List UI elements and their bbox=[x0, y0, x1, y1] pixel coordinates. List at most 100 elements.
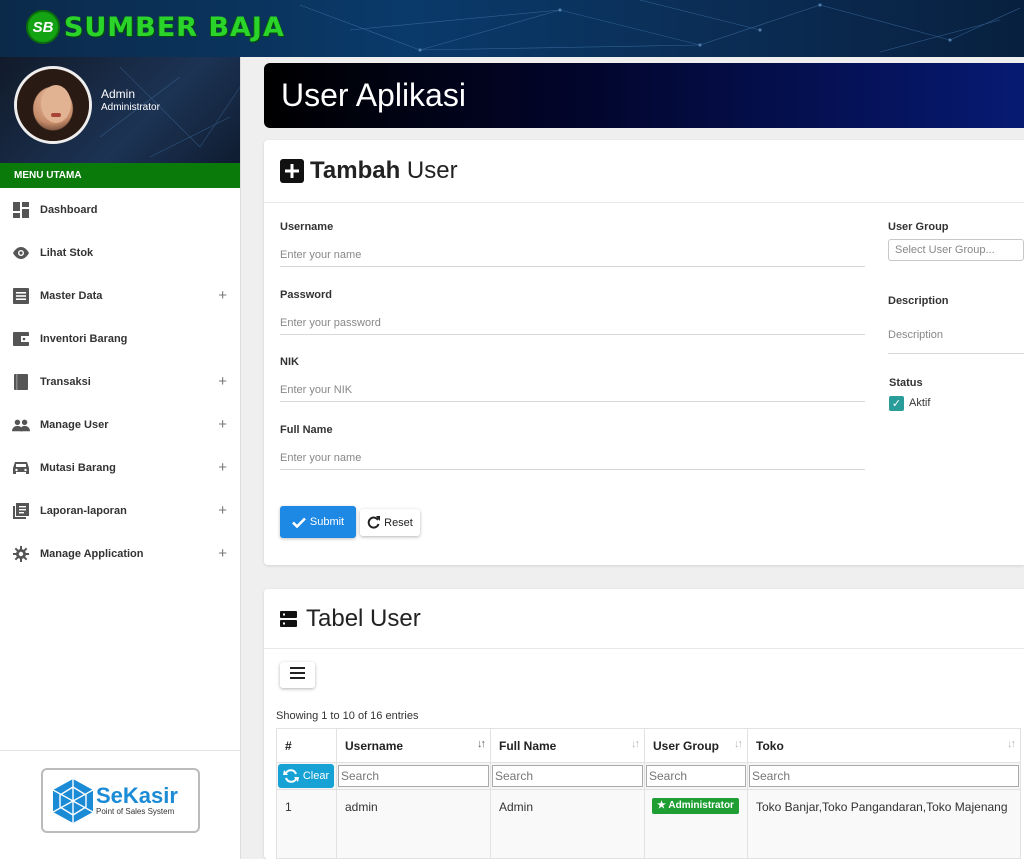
submit-button[interactable]: Submit bbox=[280, 506, 356, 538]
sidebar-item-label: Lihat Stok bbox=[40, 246, 94, 259]
sidebar-item-label: Inventori Barang bbox=[40, 332, 128, 345]
star-icon: ★ bbox=[657, 800, 666, 811]
avatar[interactable] bbox=[14, 66, 92, 144]
cell-no: 1 bbox=[276, 789, 337, 859]
sekasir-title: SeKasir bbox=[96, 783, 178, 808]
column-toggle-button[interactable] bbox=[280, 662, 315, 688]
status-checkbox[interactable]: ✓ bbox=[889, 396, 904, 411]
expand-icon[interactable]: + bbox=[218, 416, 227, 433]
sidebar-item-label: Laporan-laporan bbox=[40, 504, 127, 517]
sidebar-footer: SeKasir Point of Sales System bbox=[0, 750, 240, 859]
eye-icon bbox=[12, 244, 30, 262]
expand-icon[interactable]: + bbox=[218, 373, 227, 390]
menu-icon bbox=[290, 666, 305, 684]
search-toko-input[interactable] bbox=[749, 765, 1019, 787]
page-title: User Aplikasi bbox=[281, 77, 466, 113]
library-icon bbox=[12, 502, 30, 520]
book-icon bbox=[12, 373, 30, 391]
profile-panel: Admin Administrator bbox=[0, 57, 240, 163]
people-icon bbox=[12, 416, 30, 434]
clear-filter-button[interactable]: Clear bbox=[278, 764, 334, 788]
plus-box-icon bbox=[280, 159, 304, 183]
add-user-card-header: Tambah User bbox=[264, 140, 1024, 203]
expand-icon[interactable]: + bbox=[218, 545, 227, 562]
cell-toko: Toko Banjar,Toko Pangandaran,Toko Majena… bbox=[747, 789, 1021, 859]
column-header-user-group[interactable]: User Group ↓↑ bbox=[644, 728, 748, 763]
sidebar-item-master-data[interactable]: Master Data + bbox=[0, 274, 240, 317]
brand-name: SUMBER BAJA bbox=[64, 11, 285, 43]
expand-icon[interactable]: + bbox=[218, 287, 227, 304]
brand[interactable]: SB SUMBER BAJA bbox=[26, 10, 285, 44]
user-group-label: User Group bbox=[888, 221, 949, 233]
brand-logo: SB bbox=[26, 10, 60, 44]
filter-row: Clear bbox=[276, 762, 1021, 790]
refresh-icon bbox=[282, 769, 299, 783]
sidebar-item-inventori-barang[interactable]: Inventori Barang bbox=[0, 317, 240, 360]
cell-username: admin bbox=[336, 789, 491, 859]
check-icon bbox=[291, 517, 306, 528]
server-icon bbox=[280, 607, 304, 631]
full-name-label: Full Name bbox=[280, 424, 333, 436]
gear-icon bbox=[12, 545, 30, 563]
sidebar-item-mutasi-barang[interactable]: Mutasi Barang + bbox=[0, 446, 240, 489]
username-input[interactable] bbox=[280, 243, 865, 267]
sidebar-item-label: Transaksi bbox=[40, 375, 91, 388]
description-input[interactable] bbox=[888, 316, 1024, 354]
car-icon bbox=[12, 459, 30, 477]
column-header-username[interactable]: Username ↓↑ bbox=[336, 728, 491, 763]
sidebar-item-manage-application[interactable]: Manage Application + bbox=[0, 532, 240, 575]
profile-name: Admin bbox=[101, 87, 136, 101]
user-group-badge: ★ Administrator bbox=[652, 798, 739, 814]
nik-input[interactable] bbox=[280, 378, 865, 402]
sidebar-item-label: Master Data bbox=[40, 289, 103, 302]
search-username-input[interactable] bbox=[338, 765, 489, 787]
list-icon bbox=[12, 287, 30, 305]
user-table: # Username ↓↑ Full Name ↓↑ User Group ↓↑ To… bbox=[276, 728, 1021, 859]
reset-button[interactable]: Reset bbox=[360, 509, 420, 536]
sort-asc-icon: ↓↑ bbox=[477, 738, 486, 750]
page-banner: User Aplikasi bbox=[264, 63, 1024, 128]
add-user-title: Tambah User bbox=[310, 157, 458, 184]
table-header-row: # Username ↓↑ Full Name ↓↑ User Group ↓↑ To… bbox=[276, 728, 1021, 763]
username-label: Username bbox=[280, 221, 334, 233]
nik-label: NIK bbox=[280, 356, 299, 368]
table-row[interactable]: 1 admin Admin ★ Administrator Toko Banja… bbox=[276, 789, 1021, 859]
search-full-name-input[interactable] bbox=[492, 765, 643, 787]
sekasir-logo-icon bbox=[53, 778, 93, 823]
sidebar: Admin Administrator MENU UTAMA Dashboard… bbox=[0, 57, 241, 859]
wallet-icon bbox=[12, 330, 30, 348]
column-header-toko[interactable]: Toko ↓↑ bbox=[747, 728, 1021, 763]
status-option-label: Aktif bbox=[909, 397, 931, 409]
sidebar-item-dashboard[interactable]: Dashboard bbox=[0, 188, 240, 231]
sidebar-item-label: Mutasi Barang bbox=[40, 461, 116, 474]
sidebar-item-label: Manage User bbox=[40, 418, 109, 431]
user-table-title: Tabel User bbox=[306, 604, 421, 632]
profile-role: Administrator bbox=[101, 102, 160, 113]
expand-icon[interactable]: + bbox=[218, 502, 227, 519]
sidebar-item-lihat-stok[interactable]: Lihat Stok bbox=[0, 231, 240, 274]
sidebar-item-label: Manage Application bbox=[40, 547, 144, 560]
menu-header: MENU UTAMA bbox=[0, 163, 240, 188]
search-user-group-input[interactable] bbox=[646, 765, 746, 787]
sidebar-item-label: Dashboard bbox=[40, 203, 98, 216]
sidebar-item-manage-user[interactable]: Manage User + bbox=[0, 403, 240, 446]
sekasir-logo: SeKasir Point of Sales System bbox=[41, 768, 200, 833]
sidebar-item-transaksi[interactable]: Transaksi + bbox=[0, 360, 240, 403]
sort-icon: ↓↑ bbox=[1007, 738, 1016, 750]
column-header-no: # bbox=[276, 728, 337, 763]
status-label: Status bbox=[889, 377, 923, 389]
expand-icon[interactable]: + bbox=[218, 459, 227, 476]
cell-full-name: Admin bbox=[490, 789, 645, 859]
dashboard-icon bbox=[12, 201, 30, 219]
full-name-input[interactable] bbox=[280, 446, 865, 470]
password-input[interactable] bbox=[280, 311, 865, 335]
refresh-icon bbox=[367, 516, 381, 529]
password-label: Password bbox=[280, 289, 332, 301]
sidebar-item-laporan[interactable]: Laporan-laporan + bbox=[0, 489, 240, 532]
user-group-select[interactable]: Select User Group... bbox=[888, 239, 1024, 261]
sekasir-subtitle: Point of Sales System bbox=[96, 807, 175, 816]
description-label: Description bbox=[888, 295, 949, 307]
user-table-card-header: Tabel User bbox=[264, 589, 1024, 649]
user-table-card: Tabel User Showing 1 to 10 of 16 entries… bbox=[264, 589, 1024, 859]
column-header-full-name[interactable]: Full Name ↓↑ bbox=[490, 728, 645, 763]
